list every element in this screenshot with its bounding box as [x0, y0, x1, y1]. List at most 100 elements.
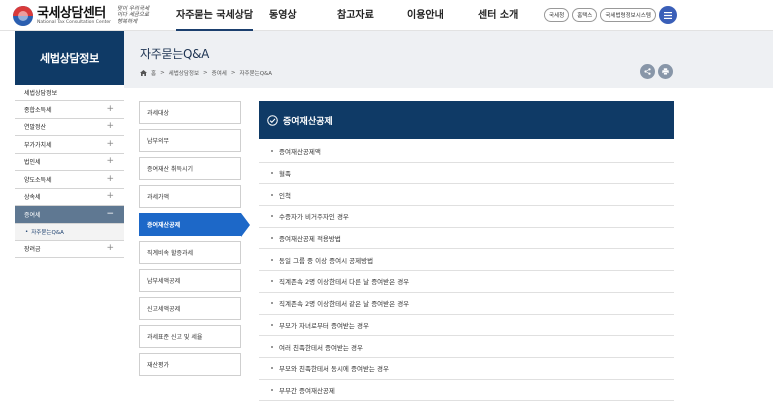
list-item[interactable]: 부모와 친족한테서 동시에 증여받는 경우	[259, 358, 674, 380]
sidebar-item-gift-tax[interactable]: 증여세 −	[15, 206, 124, 224]
bullet-icon	[271, 367, 273, 370]
plus-icon[interactable]: +	[106, 174, 114, 184]
sidebar-item-year-end[interactable]: 연말정산 +	[15, 119, 124, 136]
category-taxable-value[interactable]: 과세가액	[139, 185, 241, 208]
list-item-label: 부모와 친족한테서 동시에 증여받는 경우	[279, 365, 389, 374]
plus-icon[interactable]: +	[106, 157, 114, 166]
sidebar-item-vat[interactable]: 부가가치세 +	[15, 136, 124, 154]
category-deduction[interactable]: 증여재산공제	[139, 213, 250, 237]
breadcrumb-sep: >	[230, 70, 236, 76]
bullet-icon	[271, 193, 273, 196]
category-valuation[interactable]: 재산평가	[139, 353, 241, 376]
utility-links: 국세청 홈택스 국세법령정보시스템	[544, 8, 656, 22]
sidebar-item-label: 양도소득세	[24, 176, 52, 184]
bullet-icon	[271, 215, 273, 218]
all-menu-button[interactable]	[659, 6, 677, 24]
sidebar-item-label: 부가가치세	[24, 141, 52, 149]
site-logo[interactable]: 국세상담센터 National Tax Consultation Center	[13, 6, 111, 26]
content-heading-text: 증여재산공제	[283, 116, 333, 127]
check-circle-icon	[267, 114, 278, 126]
list-item-label: 직계존속 2명 이상한테서 같은 날 증여받은 경우	[279, 300, 410, 309]
list-item-label: 부부간 증여재산공제	[279, 386, 335, 395]
gnb-item-faq[interactable]: 자주묻는 국세상담	[176, 0, 254, 31]
plus-icon[interactable]: +	[106, 104, 114, 114]
list-item[interactable]: 혈족	[259, 163, 674, 185]
breadcrumb-sep: >	[203, 70, 208, 76]
sidebar-item-transfer[interactable]: 양도소득세 +	[15, 171, 124, 189]
bullet-icon	[271, 150, 273, 153]
sidebar-subitem-faq[interactable]: • 자주묻는Q&A	[15, 223, 124, 241]
sidebar-head[interactable]: 세법상담정보	[15, 86, 124, 101]
list-item[interactable]: 동일 그룹 중 이상 증여시 공제방법	[259, 249, 674, 272]
top-header: 국세상담센터 National Tax Consultation Center …	[0, 0, 773, 31]
bullet-icon: •	[25, 228, 29, 235]
bullet-icon	[271, 172, 273, 175]
list-item-label: 증여재산공제액	[279, 148, 321, 157]
category-list: 과세대상 납부의무 증여재산 취득시기 과세가액 증여재산공제 직계비속 할증과…	[139, 101, 250, 381]
sidebar-item-label: 증여세	[24, 211, 41, 219]
util-link-hometax[interactable]: 홈택스	[572, 8, 598, 22]
list-item[interactable]: 직계존속 2명 이상한테서 같은 날 증여받은 경우	[259, 293, 674, 315]
bullet-icon	[271, 258, 273, 261]
bullet-icon	[271, 280, 273, 283]
breadcrumb-sep: >	[160, 70, 165, 76]
list-item[interactable]: 직계존속 2명 이상한테서 다른 날 증여받은 경우	[259, 271, 674, 293]
category-tax-base-rate[interactable]: 과세표준 신고 및 세율	[139, 325, 241, 348]
gnb-item-reference[interactable]: 참고자료	[337, 0, 374, 31]
category-paid-tax-credit[interactable]: 납부세액공제	[139, 269, 241, 292]
list-item-label: 부모가 자녀로부터 증여받는 경우	[279, 321, 369, 330]
list-item[interactable]: 여러 친족한테서 증여받는 경우	[259, 336, 674, 358]
category-filing-credit[interactable]: 신고세액공제	[139, 297, 241, 320]
list-item-label: 동일 그룹 중 이상 증여시 공제방법	[279, 256, 374, 265]
gnb-item-guide[interactable]: 이용안내	[407, 0, 444, 31]
category-acquisition-time[interactable]: 증여재산 취득시기	[139, 157, 241, 180]
sidebar-item-income-tax[interactable]: 종합소득세 +	[15, 101, 124, 119]
gnb-item-video[interactable]: 동영상	[269, 0, 297, 31]
sidebar-item-label: 장려금	[24, 246, 41, 254]
sidebar-item-inheritance[interactable]: 상속세 +	[15, 189, 124, 206]
list-item[interactable]: 증여재산공제액	[259, 141, 674, 163]
list-item-label: 직계존속 2명 이상한테서 다른 날 증여받은 경우	[279, 278, 410, 287]
plus-icon[interactable]: +	[106, 192, 114, 201]
list-item[interactable]: 부모가 자녀로부터 증여받는 경우	[259, 315, 674, 337]
list-item[interactable]: 인척	[259, 184, 674, 207]
print-button[interactable]	[658, 64, 673, 79]
list-item[interactable]: 증여재산공제 적용방법	[259, 228, 674, 250]
plus-icon[interactable]: +	[106, 122, 114, 131]
bullet-icon	[271, 302, 273, 305]
share-button[interactable]	[640, 64, 655, 79]
breadcrumb-category[interactable]: 세법상담정보	[169, 69, 199, 77]
plus-icon[interactable]: +	[106, 244, 114, 253]
breadcrumb-current: 자주묻는Q&A	[239, 71, 273, 77]
bullet-icon	[271, 237, 273, 240]
logo-mark-icon	[13, 6, 33, 26]
content-heading: 증여재산공제	[259, 101, 674, 139]
sidebar-item-corporate[interactable]: 법인세 +	[15, 154, 124, 171]
breadcrumb-home[interactable]: 홈	[151, 69, 156, 77]
qa-list: 증여재산공제액 혈족 인척 수증자가 비거주자인 경우 증여재산공제 적용방법 …	[259, 141, 674, 401]
category-liability[interactable]: 납부의무	[139, 129, 241, 152]
category-surcharge[interactable]: 직계비속 할증과세	[139, 241, 241, 264]
sidebar-item-label: 상속세	[24, 194, 41, 202]
sidebar-item-incentive[interactable]: 장려금 +	[15, 241, 124, 258]
page-title: 자주묻는Q&A	[140, 47, 210, 61]
list-item-label: 증여재산공제 적용방법	[279, 235, 341, 244]
bullet-icon	[271, 323, 273, 326]
sidebar-item-label: 연말정산	[24, 124, 47, 132]
bullet-icon	[271, 345, 273, 348]
sidebar-title: 세법상담정보	[15, 31, 124, 85]
util-link-nts[interactable]: 국세청	[544, 8, 570, 22]
gnb-item-about[interactable]: 센터 소개	[478, 0, 518, 31]
list-item[interactable]: 수증자가 비거주자인 경우	[259, 206, 674, 228]
plus-icon[interactable]: +	[106, 139, 114, 149]
breadcrumb-tax[interactable]: 증여세	[212, 69, 227, 77]
util-link-law[interactable]: 국세법령정보시스템	[600, 8, 656, 22]
list-item-label: 혈족	[279, 170, 291, 179]
home-icon[interactable]	[140, 70, 147, 76]
list-item-label: 인척	[279, 191, 291, 200]
minus-icon[interactable]: −	[106, 209, 114, 219]
category-taxable-object[interactable]: 과세대상	[139, 101, 241, 124]
list-item-label: 여러 친족한테서 증여받는 경우	[279, 343, 363, 352]
print-icon	[662, 68, 669, 75]
breadcrumb: 홈 > 세법상담정보 > 증여세 > 자주묻는Q&A	[140, 69, 272, 77]
